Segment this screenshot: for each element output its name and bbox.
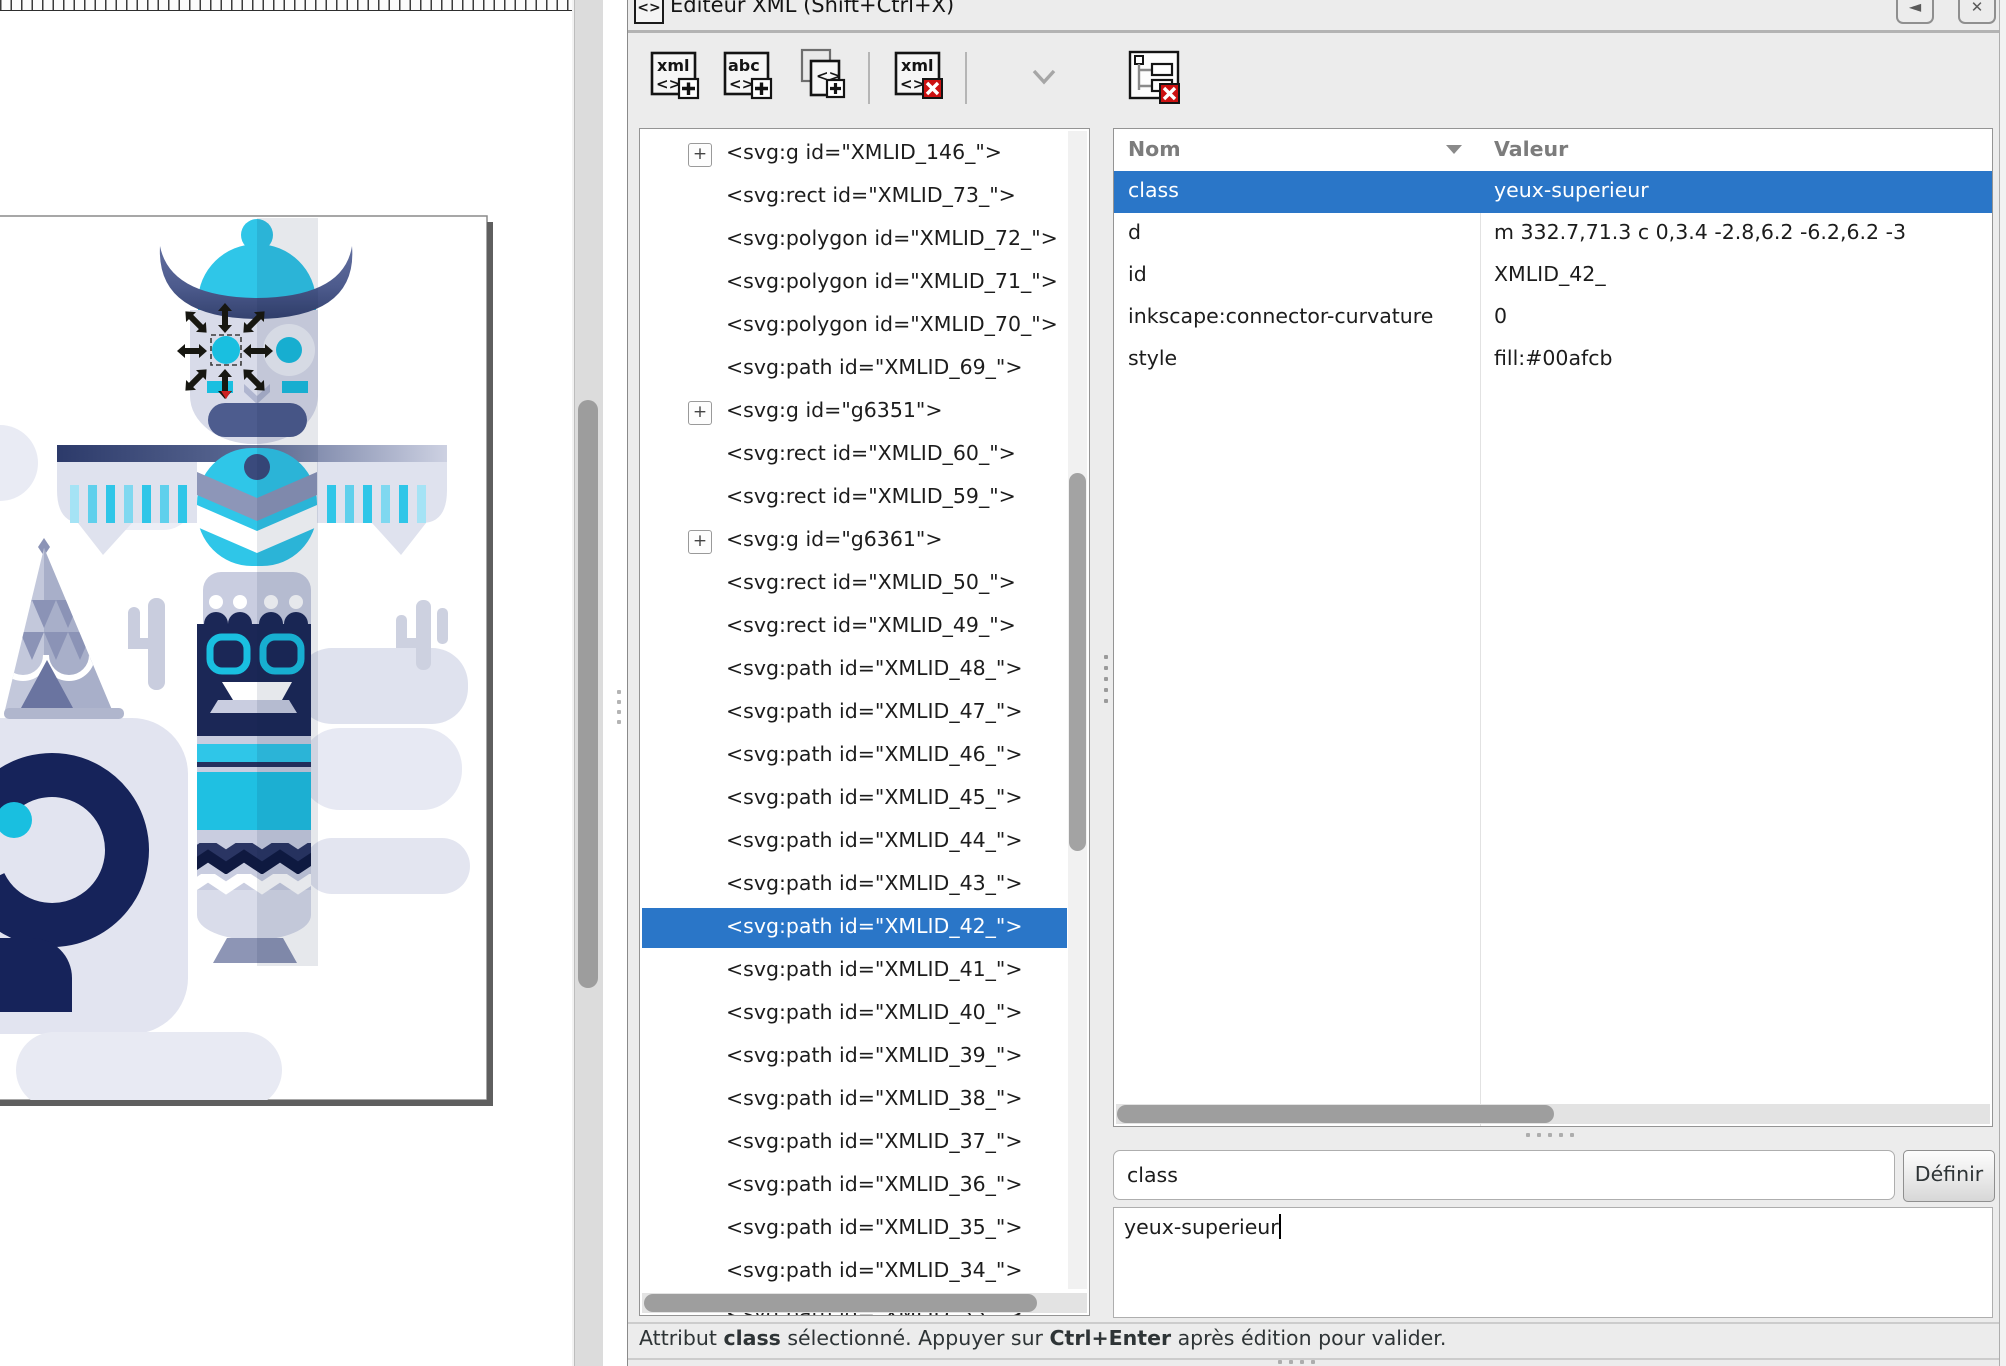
- panel-title: Éditeur XML (Shift+Ctrl+X): [670, 0, 954, 17]
- new-text-node-icon: abc <>: [722, 48, 776, 106]
- new-text-node-button[interactable]: abc <>: [722, 48, 776, 106]
- attribute-value-text: yeux-superieur: [1124, 1215, 1279, 1239]
- delete-node-icon: xml <>: [893, 48, 947, 106]
- tree-node[interactable]: <svg:path id="XMLID_48_">: [640, 649, 1089, 692]
- tree-node[interactable]: <svg:path id="XMLID_38_">: [640, 1079, 1089, 1122]
- column-header-value[interactable]: Valeur: [1494, 137, 1568, 161]
- tree-vertical-scrollbar[interactable]: [1068, 131, 1087, 1289]
- tree-node[interactable]: +<svg:g id="g6361">: [640, 520, 1089, 563]
- attribute-value-textarea[interactable]: yeux-superieur: [1113, 1207, 1993, 1318]
- chevron-down-icon: [1026, 66, 1062, 88]
- xml-node-tree[interactable]: +<svg:g id="XMLID_146_"> <svg:rect id="X…: [639, 128, 1090, 1316]
- svg-text:<>: <>: [729, 75, 754, 93]
- tree-node[interactable]: +<svg:g id="XMLID_146_">: [640, 133, 1089, 176]
- tree-node[interactable]: +<svg:g id="g6351">: [640, 391, 1089, 434]
- drawing-canvas[interactable]: [0, 0, 572, 1366]
- svg-text:xml: xml: [901, 56, 933, 75]
- delete-node-button[interactable]: xml <>: [893, 48, 947, 106]
- canvas-vscroll-thumb[interactable]: [578, 400, 598, 988]
- tree-node[interactable]: <svg:path id="XMLID_36_">: [640, 1165, 1089, 1208]
- sort-chevron-icon: [1446, 145, 1462, 154]
- tree-node[interactable]: <svg:path id="XMLID_34_">: [640, 1251, 1089, 1294]
- tree-node[interactable]: <svg:rect id="XMLID_50_">: [640, 563, 1089, 606]
- expander-icon[interactable]: +: [688, 401, 712, 425]
- status-bar: Attribut class sélectionné. Appuyer sur …: [628, 1322, 1999, 1360]
- attribute-row[interactable]: stylefill:#00afcb: [1114, 339, 1992, 381]
- tree-vscroll-thumb[interactable]: [1069, 473, 1086, 851]
- horizontal-ruler: [0, 0, 572, 11]
- text-caret: [1279, 1214, 1281, 1239]
- tree-node[interactable]: <svg:rect id="XMLID_49_">: [640, 606, 1089, 649]
- tree-node[interactable]: <svg:path id="XMLID_40_">: [640, 993, 1089, 1036]
- more-tools-chevron[interactable]: [1026, 66, 1080, 124]
- tree-hscroll-thumb[interactable]: [644, 1294, 1037, 1312]
- tree-node[interactable]: <svg:polygon id="XMLID_71_">: [640, 262, 1089, 305]
- tree-node[interactable]: <svg:rect id="XMLID_59_">: [640, 477, 1089, 520]
- attribute-name-input[interactable]: [1113, 1150, 1895, 1200]
- attrs-horizontal-scrollbar[interactable]: [1116, 1104, 1990, 1124]
- titlebar-separator: [628, 30, 1999, 33]
- attributes-header[interactable]: Nom Valeur: [1114, 129, 1992, 172]
- define-button[interactable]: Définir: [1903, 1150, 1995, 1202]
- attrs-hscroll-thumb[interactable]: [1117, 1105, 1554, 1123]
- tree-node[interactable]: <svg:path id="XMLID_41_">: [640, 950, 1089, 993]
- tree-node[interactable]: <svg:path id="XMLID_47_">: [640, 692, 1089, 735]
- panel-splitter[interactable]: [603, 0, 627, 1366]
- tree-node-selected[interactable]: <svg:path id="XMLID_42_">: [640, 907, 1089, 950]
- tree-node[interactable]: <svg:path id="XMLID_46_">: [640, 735, 1089, 778]
- canvas-vertical-scrollbar[interactable]: [574, 0, 604, 1366]
- tree-node[interactable]: <svg:path id="XMLID_69_">: [640, 348, 1089, 391]
- attributes-table[interactable]: Nom Valeur classyeux-superieur dm 332.7,…: [1113, 128, 1993, 1127]
- page-shadow-bottom: [0, 1100, 493, 1106]
- expander-icon[interactable]: +: [688, 143, 712, 167]
- tree-node[interactable]: <svg:polygon id="XMLID_70_">: [640, 305, 1089, 348]
- tree-horizontal-scrollbar[interactable]: [642, 1293, 1087, 1313]
- attribute-row[interactable]: idXMLID_42_: [1114, 255, 1992, 297]
- xml-editor-panel: <> Éditeur XML (Shift+Ctrl+X) ◄ ✕ xml <>…: [627, 0, 2000, 1366]
- svg-text:abc: abc: [728, 56, 760, 75]
- tree-node[interactable]: <svg:path id="XMLID_37_">: [640, 1122, 1089, 1165]
- delete-attribute-icon: [1126, 48, 1182, 106]
- attribute-row-selected[interactable]: classyeux-superieur: [1114, 171, 1992, 213]
- expander-icon[interactable]: +: [688, 530, 712, 554]
- tree-node[interactable]: <svg:path id="XMLID_44_">: [640, 821, 1089, 864]
- new-element-node-icon: xml <>: [649, 48, 703, 106]
- toolbar-separator: [965, 52, 967, 104]
- totem-shading: [257, 218, 318, 966]
- attribute-row[interactable]: dm 332.7,71.3 c 0,3.4 -2.8,6.2 -6.2,6.2 …: [1114, 213, 1992, 255]
- panel-titlebar[interactable]: <> Éditeur XML (Shift+Ctrl+X) ◄ ✕: [628, 0, 1999, 30]
- dock-panel-button[interactable]: ◄: [1896, 0, 1934, 24]
- tree-node[interactable]: <svg:rect id="XMLID_73_">: [640, 176, 1089, 219]
- toolbar-separator: [868, 52, 870, 104]
- attribute-row[interactable]: inkscape:connector-curvature0: [1114, 297, 1992, 339]
- close-panel-button[interactable]: ✕: [1958, 0, 1996, 24]
- duplicate-node-button[interactable]: <>: [795, 48, 849, 106]
- tree-node[interactable]: <svg:path id="XMLID_45_">: [640, 778, 1089, 821]
- page-shadow-right: [487, 222, 493, 1106]
- tree-node[interactable]: <svg:polygon id="XMLID_72_">: [640, 219, 1089, 262]
- svg-text:<>: <>: [900, 75, 925, 93]
- xml-toolbar: xml <> abc <> <>: [628, 42, 1999, 122]
- delete-attribute-button[interactable]: [1126, 48, 1180, 106]
- document-page[interactable]: [0, 0, 572, 1366]
- selected-eye-object[interactable]: [212, 336, 240, 364]
- svg-text:xml: xml: [657, 56, 689, 75]
- duplicate-node-icon: <>: [795, 48, 849, 106]
- tree-node[interactable]: <svg:rect id="XMLID_60_">: [640, 434, 1089, 477]
- xml-editor-icon: <>: [634, 0, 664, 24]
- new-element-node-button[interactable]: xml <>: [649, 48, 703, 106]
- tree-node[interactable]: <svg:path id="XMLID_39_">: [640, 1036, 1089, 1079]
- column-header-name[interactable]: Nom: [1128, 137, 1181, 161]
- tree-node[interactable]: <svg:path id="XMLID_35_">: [640, 1208, 1089, 1251]
- svg-text:<>: <>: [656, 75, 681, 93]
- tree-node[interactable]: <svg:path id="XMLID_43_">: [640, 864, 1089, 907]
